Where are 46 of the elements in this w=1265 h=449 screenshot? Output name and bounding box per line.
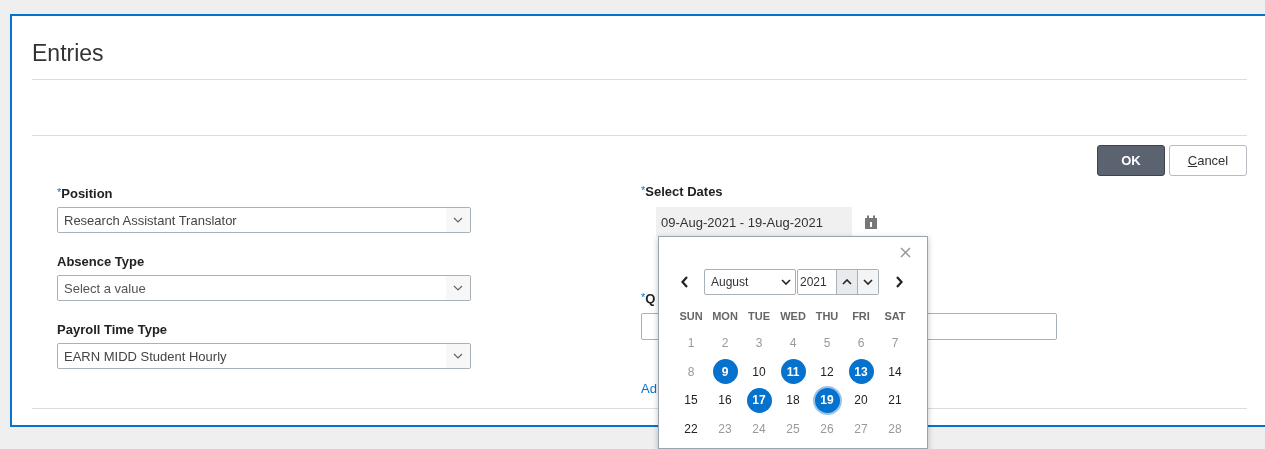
calendar-day[interactable]: 16 [712, 387, 738, 413]
weekday-label: FRI [852, 310, 870, 322]
field-label: Payroll Time Type [57, 322, 168, 337]
calendar-day[interactable]: 9 [712, 359, 738, 385]
field-label: Select Dates [645, 184, 723, 199]
chevron-down-icon [453, 353, 463, 359]
calendar-day[interactable]: 14 [882, 359, 908, 385]
weekday-label: TUE [748, 310, 770, 322]
calendar-day[interactable]: 12 [814, 359, 840, 385]
dropdown-field[interactable]: EARN MIDD Student Hourly [57, 343, 471, 369]
close-icon[interactable] [900, 247, 911, 258]
calendar-day[interactable]: 21 [882, 387, 908, 413]
weekday-label: THU [815, 310, 839, 322]
calendar-day[interactable]: 11 [780, 359, 806, 385]
calendar-day[interactable]: 10 [746, 359, 772, 385]
chevron-down-icon [453, 285, 463, 291]
calendar-day[interactable]: 18 [780, 387, 806, 413]
link[interactable]: Ad [641, 381, 657, 396]
chevron-left-icon[interactable] [679, 276, 691, 288]
weekday-label: MON [712, 310, 738, 322]
button[interactable]: OK [1097, 145, 1165, 176]
calendar-day[interactable]: 22 [678, 416, 704, 442]
calendar-icon[interactable] [864, 214, 878, 230]
calendar-day[interactable]: 13 [848, 359, 874, 385]
calendar-day[interactable]: 19 [814, 387, 840, 413]
required-asterisk: * [57, 186, 62, 198]
weekday-label: SAT [884, 310, 906, 322]
field-label: Absence Type [57, 254, 145, 269]
chevron-down-icon [781, 279, 791, 285]
field-label: Position [61, 186, 113, 201]
chevron-right-icon[interactable] [893, 276, 905, 288]
dropdown-field[interactable]: Research Assistant Translator [57, 207, 471, 233]
chevron-down-icon [453, 217, 463, 223]
date-range-field[interactable]: 09-Aug-2021 - 19-Aug-2021 [656, 207, 852, 237]
required-asterisk: * [641, 184, 646, 196]
required-asterisk: * [641, 291, 646, 303]
field-label: Q [645, 291, 656, 306]
weekday-label: WED [780, 310, 806, 322]
dialog-title: Entries [32, 39, 104, 68]
calendar-day[interactable]: 15 [678, 387, 704, 413]
calendar-day[interactable]: 17 [746, 387, 772, 413]
dropdown-field[interactable]: Select a value [57, 275, 471, 301]
button[interactable]: Cancel [1169, 145, 1247, 176]
weekday-label: SUN [679, 310, 703, 322]
month-dropdown[interactable]: August [704, 269, 796, 295]
calendar-day[interactable]: 20 [848, 387, 874, 413]
